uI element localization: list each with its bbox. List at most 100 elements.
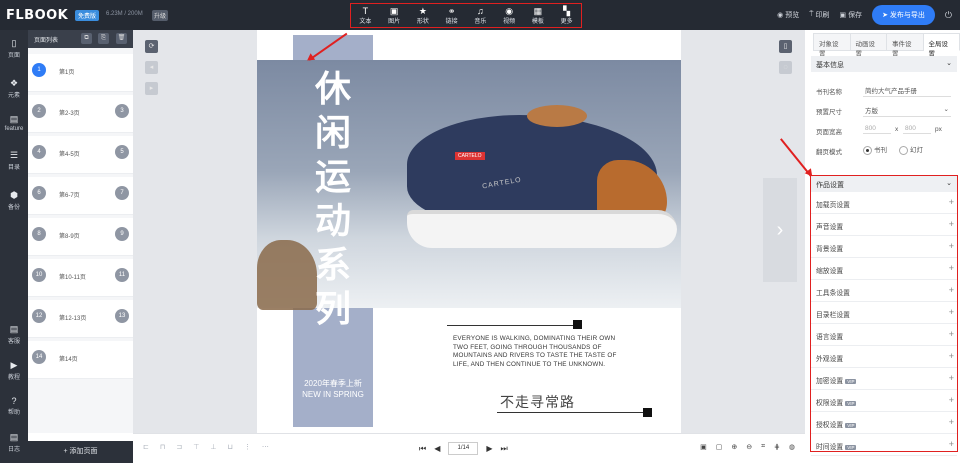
next-page-arrow-icon[interactable]: › [763,178,797,282]
print-label: 印刷 [815,12,830,19]
flip-mode-slide-radio[interactable]: 幻灯 [899,144,923,155]
storage-quota: 6.23M / 200M [106,11,143,17]
fit-page-icon[interactable]: ▣ [700,443,707,451]
tab-global-settings[interactable]: 全局设置 [923,33,960,58]
ruler-icon[interactable]: ⌗ [761,443,765,451]
flip-mode-book-radio[interactable]: 书刊 [863,144,887,155]
page-item-4-5[interactable]: 4 第4-5页 5 [28,136,133,174]
nav-tutorial[interactable]: ▶ 教程 [0,360,28,381]
publish-button[interactable]: ➤ 发布与导出 [872,5,935,25]
prev-page-icon[interactable]: ◀ [434,444,440,453]
tool-template[interactable]: ▦ 模板 [526,6,550,25]
nav-help[interactable]: ? 帮助 [0,396,28,416]
basic-info-header[interactable]: 基本信息 ⌄ [811,56,957,72]
page-number: 4 [32,145,46,159]
page-item-2-3[interactable]: 2 第2-3页 3 [28,95,133,133]
preset-size-select[interactable]: 方版 ⌄ [863,104,951,117]
nav-label: 帮助 [7,410,20,416]
align-top-icon[interactable]: ⊤ [193,443,199,451]
distribute-h-icon[interactable]: ⋮ [244,443,251,451]
page-number: 6 [32,186,46,200]
page-label: 第12-13页 [59,316,87,322]
nav-label: 备份 [7,205,20,211]
nav-backup[interactable]: ⬢ 备份 [0,190,28,211]
nav-toc[interactable]: ☰ 目录 [0,150,28,171]
nav-label: 元素 [7,93,20,99]
page-list-header: 页面列表 ⧉ ⎘ 🗑 [28,30,133,48]
add-page-button[interactable]: + 添加页面 [28,441,133,463]
nav-elements[interactable]: ❖ 元素 [0,78,28,99]
editor-canvas: ⟳ ◂ ▸ ▯ ◌ CARTELO CARTELO 休 闲 运 动 系 列 20… [133,30,805,433]
image-icon: ▣ [389,6,399,16]
print-button[interactable]: ⍑ 印刷 [809,10,829,20]
height-input[interactable]: 800 [903,124,931,134]
preview-button[interactable]: ◉ 预览 [777,10,799,20]
page-item-8-9[interactable]: 8 第8-9页 9 [28,218,133,256]
nav-log[interactable]: ▤ 日志 [0,432,28,453]
save-button[interactable]: ▣ 保存 [839,10,862,20]
pager: ⏮ ◀ 1/14 ▶ ⏭ [419,442,508,455]
page-item-12-13[interactable]: 12 第12-13页 13 [28,300,133,338]
page-indicator-input[interactable]: 1/14 [448,442,479,455]
distribute-v-icon[interactable]: ⋯ [262,443,269,451]
page-item-10-11[interactable]: 10 第10-11页 11 [28,259,133,297]
rock-shape [257,240,317,310]
tool-text[interactable]: T 文本 [353,6,377,25]
align-bottom-icon[interactable]: ⊔ [227,443,232,451]
body-text[interactable]: EVERYONE IS WALKING, DOMINATING THEIR OW… [453,335,621,369]
align-left-icon[interactable]: ⊏ [143,443,149,451]
nav-pages[interactable]: ▯ 页面 [0,38,28,59]
link-icon: ⚭ [447,6,456,16]
upgrade-badge[interactable]: 升级 [152,10,169,21]
page-number: 12 [32,309,46,323]
redo-icon[interactable]: ▸ [145,82,158,95]
align-center-icon[interactable]: ⊓ [160,443,165,451]
page-item-1[interactable]: 1 第1页 [28,54,133,92]
page-list-title: 页面列表 [34,38,59,44]
last-page-icon[interactable]: ⏭ [501,444,508,454]
tool-shape[interactable]: ★ 形状 [411,6,435,25]
undo-icon[interactable]: ◂ [145,61,158,74]
align-tools: ⊏ ⊓ ⊐ ⊤ ⊥ ⊔ ⋮ ⋯ [143,443,269,451]
tool-video[interactable]: ◉ 视频 [497,6,521,25]
align-middle-icon[interactable]: ⊥ [210,443,216,451]
spring-caption[interactable]: 2020年春季上新 NEW IN SPRING [293,378,373,400]
page-settings-icon[interactable]: ▯ [779,40,792,53]
next-page-icon[interactable]: ▶ [486,444,492,453]
tool-link[interactable]: ⚭ 链接 [440,6,464,25]
align-right-icon[interactable]: ⊐ [176,443,182,451]
title-char: 休 [314,69,351,110]
book-name-input[interactable]: 简约大气产品手册 [863,84,951,97]
width-input[interactable]: 800 [863,124,891,134]
title-char: 动 [314,201,351,242]
copy-page-icon[interactable]: ⧉ [81,33,92,44]
page-item-6-7[interactable]: 6 第6-7页 7 [28,177,133,215]
grid-icon[interactable]: ⋕ [774,443,780,451]
tool-more[interactable]: ▚ 更多 [555,6,579,25]
zoom-out-icon[interactable]: ⊖ [746,443,752,451]
zoom-in-icon[interactable]: ⊕ [731,443,737,451]
delete-page-icon[interactable]: 🗑 [116,33,127,44]
page-item-14[interactable]: 14 第14页 [28,341,133,379]
paste-page-icon[interactable]: ⎘ [98,33,109,44]
reset-view-icon[interactable]: ⟳ [145,40,158,53]
nav-feature[interactable]: ▤ feature [0,114,28,132]
slogan-text[interactable]: 不走寻常路 [500,392,575,412]
tool-label: 模板 [531,19,544,25]
tab-object-settings[interactable]: 对象设置 [813,33,851,58]
actual-size-icon[interactable]: ▢ [716,443,723,451]
book-page[interactable]: CARTELO CARTELO 休 闲 运 动 系 列 2020年春季上新 NE… [257,30,681,433]
tab-animation-settings[interactable]: 动画设置 [850,33,887,58]
tool-image[interactable]: ▣ 图片 [382,6,406,25]
first-page-icon[interactable]: ⏮ [419,444,426,454]
nav-service[interactable]: ▤ 客服 [0,324,28,345]
canvas-left-tools: ⟳ ◂ ▸ [145,40,159,103]
tool-music[interactable]: ♫ 音乐 [468,6,492,25]
shortcut-icon[interactable]: ◍ [789,443,795,451]
page-label: 第8-9页 [59,234,80,240]
save-label: 保存 [848,12,863,19]
lock-icon[interactable]: ◌ [779,61,792,74]
vertical-title[interactable]: 休 闲 运 动 系 列 [312,68,354,332]
power-icon[interactable]: ⏻ [945,10,952,21]
tab-event-settings[interactable]: 事件设置 [887,33,924,58]
